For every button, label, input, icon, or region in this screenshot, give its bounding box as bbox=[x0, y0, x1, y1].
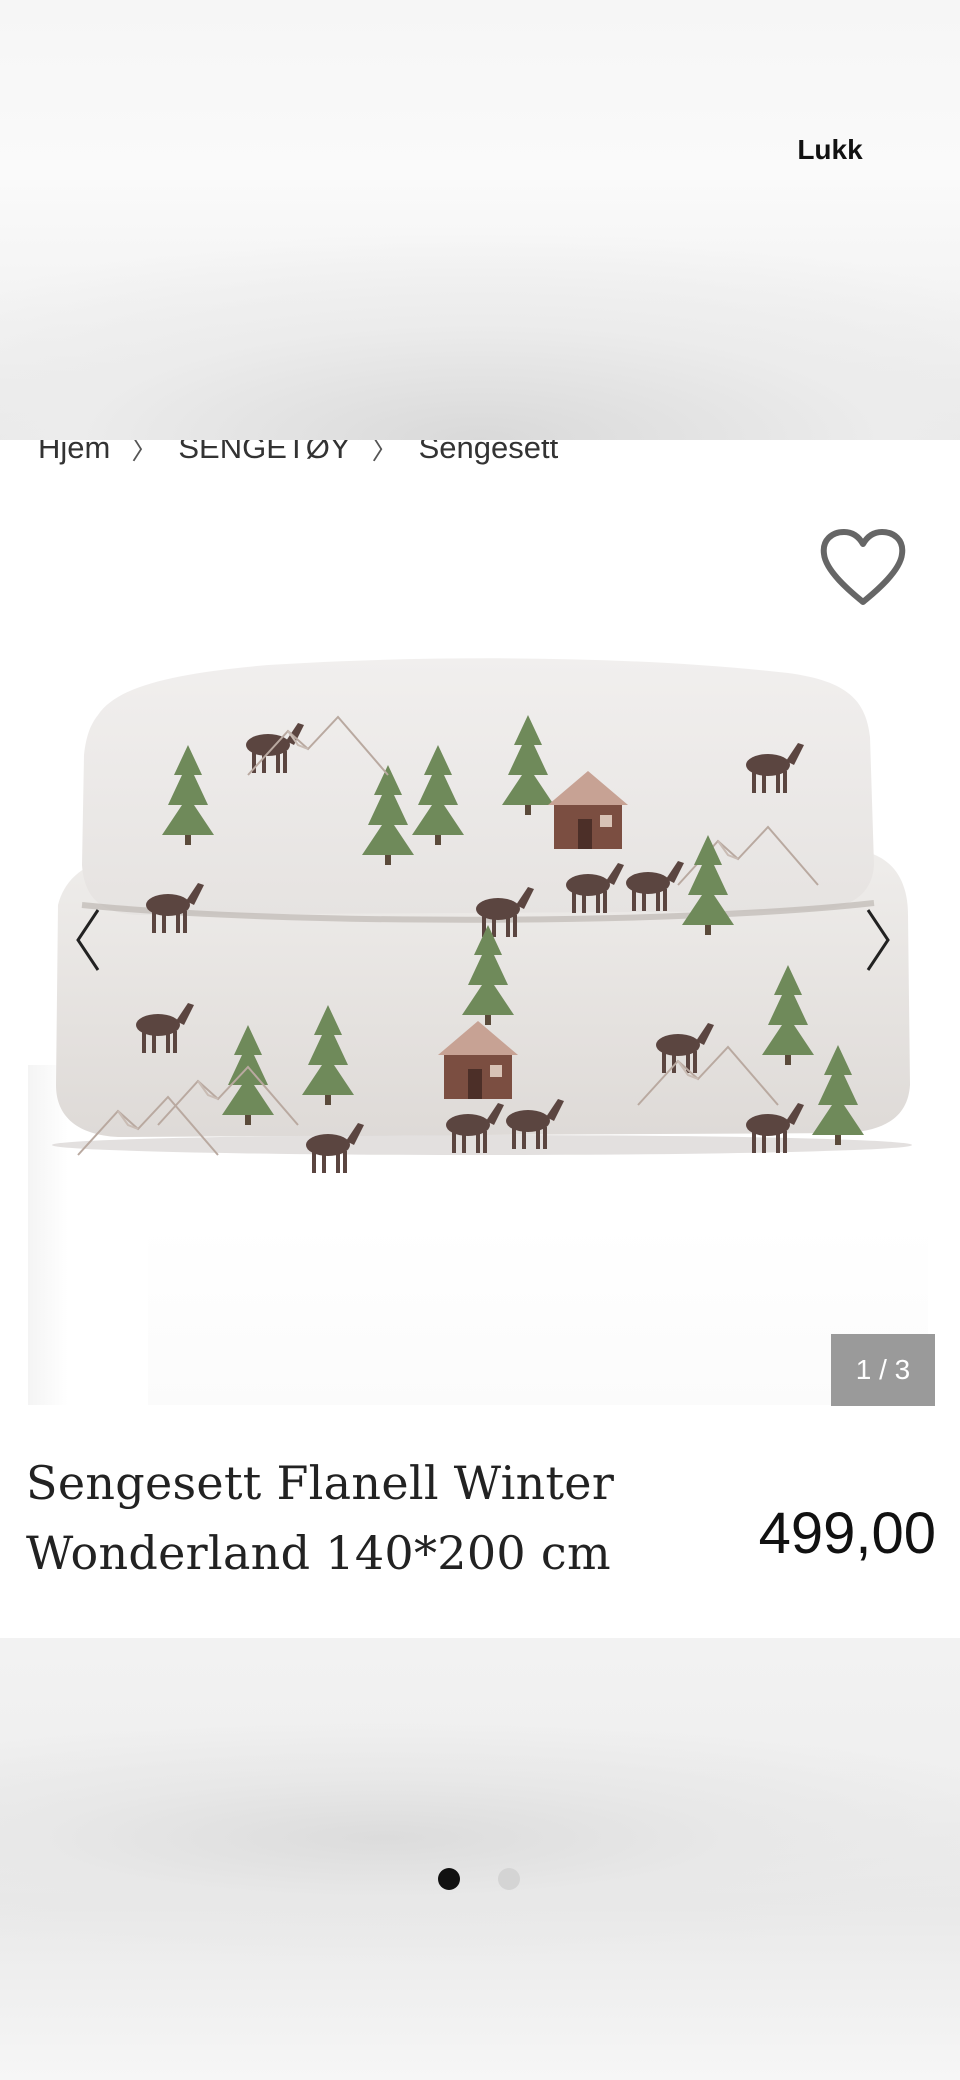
product-title: Sengesett Flanell Winter Wonderland 140*… bbox=[26, 1448, 666, 1588]
product-title-line: Sengesett Flanell Winter bbox=[26, 1456, 615, 1510]
close-button[interactable]: Lukk bbox=[778, 128, 882, 172]
product-title-line: Wonderland 140*200 cm bbox=[26, 1526, 611, 1580]
chevron-right-icon[interactable] bbox=[856, 900, 896, 980]
pagination-dot[interactable] bbox=[498, 1868, 520, 1890]
product-image-gallery[interactable] bbox=[28, 505, 936, 1405]
pagination-dot-active[interactable] bbox=[438, 1868, 460, 1890]
chevron-left-icon[interactable] bbox=[70, 900, 110, 980]
product-image bbox=[52, 658, 912, 1173]
image-counter-badge: 1 / 3 bbox=[831, 1334, 935, 1406]
pagination-dots bbox=[438, 1868, 520, 1890]
bottom-overlay bbox=[0, 1638, 960, 2080]
product-price: 499,00 bbox=[758, 1501, 936, 1566]
favorite-heart-icon[interactable] bbox=[818, 526, 908, 610]
top-overlay: Lukk bbox=[0, 0, 960, 440]
